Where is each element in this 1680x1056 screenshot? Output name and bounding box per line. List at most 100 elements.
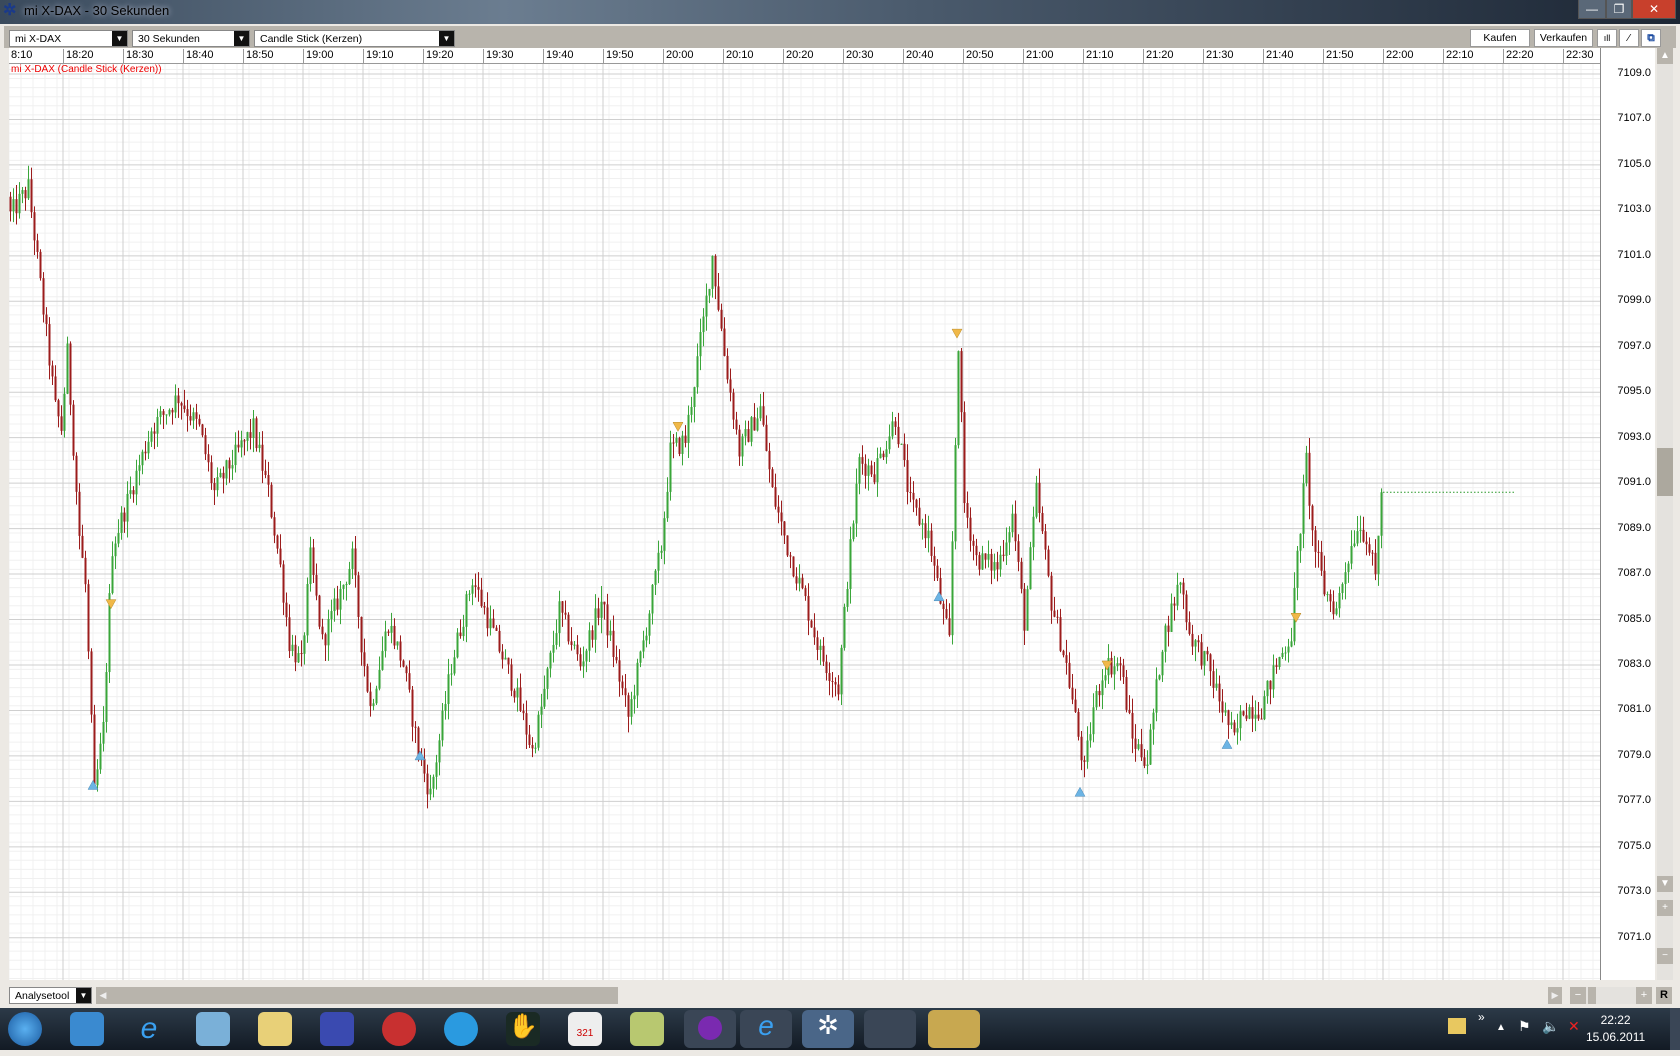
price-tick-label: 7089.0: [1617, 521, 1651, 534]
candle-down: [834, 681, 837, 685]
windows-update-icon[interactable]: [196, 1012, 230, 1046]
scroll-right-icon[interactable]: ▶: [1548, 987, 1562, 1004]
tray-show-hidden-icon[interactable]: ▲: [1496, 1022, 1506, 1033]
start-button[interactable]: [8, 1012, 42, 1046]
candle-up: [258, 444, 261, 449]
analysis-tool-value: Analysetool: [15, 989, 70, 1002]
snowflake-app-icon[interactable]: [444, 1012, 478, 1046]
candle-down: [87, 584, 90, 652]
taskbar-clock[interactable]: 22:22 15.06.2011: [1586, 1012, 1645, 1046]
candle-down: [933, 555, 936, 566]
instrument-select[interactable]: mi X-DAX ▼: [9, 30, 128, 47]
zoom-slider[interactable]: − +: [1570, 987, 1652, 1004]
candle-down: [1197, 640, 1200, 643]
candle-up: [435, 762, 438, 777]
candle-up: [330, 611, 333, 619]
tray-expand-icon[interactable]: »: [1478, 1010, 1485, 1024]
vertical-scrollbar[interactable]: ▲ ▼ + −: [1657, 48, 1673, 980]
show-desktop-button[interactable]: [1670, 1008, 1680, 1050]
clapper-app-icon[interactable]: 321: [568, 1012, 602, 1046]
explorer-folder-icon[interactable]: [258, 1012, 292, 1046]
taskbar-internet-explorer[interactable]: e: [740, 1010, 792, 1048]
app-arc-icon[interactable]: [320, 1012, 354, 1046]
zoom-minus-button[interactable]: −: [1570, 987, 1586, 1004]
time-tick-label: 19:50: [603, 49, 634, 64]
scroll-down-icon[interactable]: ▼: [1657, 876, 1673, 892]
taskbar-photo-app[interactable]: [928, 1010, 980, 1048]
taskbar-yahoo-messenger[interactable]: [684, 1010, 736, 1048]
candle-down: [1311, 505, 1314, 531]
candle-down: [171, 409, 174, 413]
candle-down: [945, 609, 948, 619]
taskbar-trading-app[interactable]: ✲: [802, 1010, 854, 1048]
bar-chart-icon[interactable]: ıll: [1597, 29, 1617, 47]
scroll-left-icon[interactable]: ◀: [96, 987, 110, 1004]
candle-down: [597, 608, 600, 618]
scroll-up-icon[interactable]: ▲: [1657, 48, 1673, 64]
candle-up: [1116, 663, 1119, 667]
reset-button[interactable]: R: [1656, 987, 1672, 1004]
zoom-out-price-icon[interactable]: −: [1657, 948, 1673, 964]
candle-up: [645, 635, 648, 641]
candle-up: [981, 553, 984, 570]
candle-down: [813, 627, 816, 638]
candle-up: [1239, 711, 1242, 729]
candle-down: [315, 574, 318, 596]
internet-explorer-icon[interactable]: e: [132, 1012, 166, 1046]
candle-down: [1191, 633, 1194, 647]
analysis-tool-select[interactable]: Analysetool ▼: [9, 987, 92, 1004]
tray-folder-icon[interactable]: [1448, 1018, 1466, 1034]
candle-down: [1212, 671, 1215, 688]
candle-up: [843, 606, 846, 648]
candle-down: [777, 506, 780, 513]
nero-icon[interactable]: [382, 1012, 416, 1046]
candle-down: [228, 460, 231, 469]
detach-window-icon[interactable]: ⧉: [1641, 29, 1661, 47]
candle-up: [192, 412, 195, 421]
candle-down: [387, 631, 390, 633]
scroll-track[interactable]: [618, 987, 1548, 1004]
candle-up: [129, 490, 132, 494]
buy-button[interactable]: Kaufen: [1470, 29, 1530, 47]
network-disconnected-icon[interactable]: ✕: [1568, 1018, 1580, 1035]
notes-app-icon[interactable]: [630, 1012, 664, 1046]
candle-up: [708, 288, 711, 296]
minimize-button[interactable]: —: [1578, 0, 1606, 19]
scroll-thumb[interactable]: [1657, 448, 1673, 496]
sell-button[interactable]: Verkaufen: [1534, 29, 1593, 47]
price-tick-label: 7079.0: [1617, 748, 1651, 761]
hand-app-icon[interactable]: ✋: [506, 1012, 540, 1046]
zoom-slider-thumb[interactable]: [1588, 987, 1596, 1004]
zoom-in-price-icon[interactable]: +: [1657, 900, 1673, 916]
chart-type-select[interactable]: Candle Stick (Kerzen) ▼: [254, 30, 455, 47]
time-tick-label: 18:20: [63, 49, 94, 64]
candle-down: [1308, 452, 1311, 506]
candle-down: [399, 641, 402, 661]
candle-up: [102, 721, 105, 744]
close-button[interactable]: ✕: [1632, 0, 1676, 19]
candle-down: [1143, 757, 1146, 766]
title-bar[interactable]: [0, 0, 1680, 24]
taskbar-control-panel[interactable]: [864, 1010, 916, 1048]
candle-down: [198, 418, 201, 425]
candle-down: [180, 403, 183, 406]
interval-select[interactable]: 30 Sekunden ▼: [132, 30, 250, 47]
candle-down: [828, 673, 831, 681]
draw-line-icon[interactable]: ⁄: [1619, 29, 1639, 47]
media-player-icon[interactable]: [70, 1012, 104, 1046]
candle-up: [840, 647, 843, 695]
candle-down: [1077, 711, 1080, 737]
candle-up: [234, 444, 237, 466]
maximize-button[interactable]: ❐: [1606, 0, 1632, 19]
candle-up: [1377, 535, 1380, 575]
candle-up: [396, 641, 399, 646]
candle-up: [651, 584, 654, 614]
candle-down: [336, 598, 339, 610]
zoom-plus-button[interactable]: +: [1636, 987, 1652, 1004]
candle-up: [1137, 744, 1140, 749]
chart-area[interactable]: [8, 50, 1600, 980]
volume-icon[interactable]: 🔈: [1542, 1018, 1559, 1035]
action-center-flag-icon[interactable]: ⚑: [1518, 1018, 1531, 1035]
app-logo-icon: ✲: [3, 2, 17, 19]
horizontal-scrollbar[interactable]: ◀ ▶: [96, 987, 1562, 1004]
